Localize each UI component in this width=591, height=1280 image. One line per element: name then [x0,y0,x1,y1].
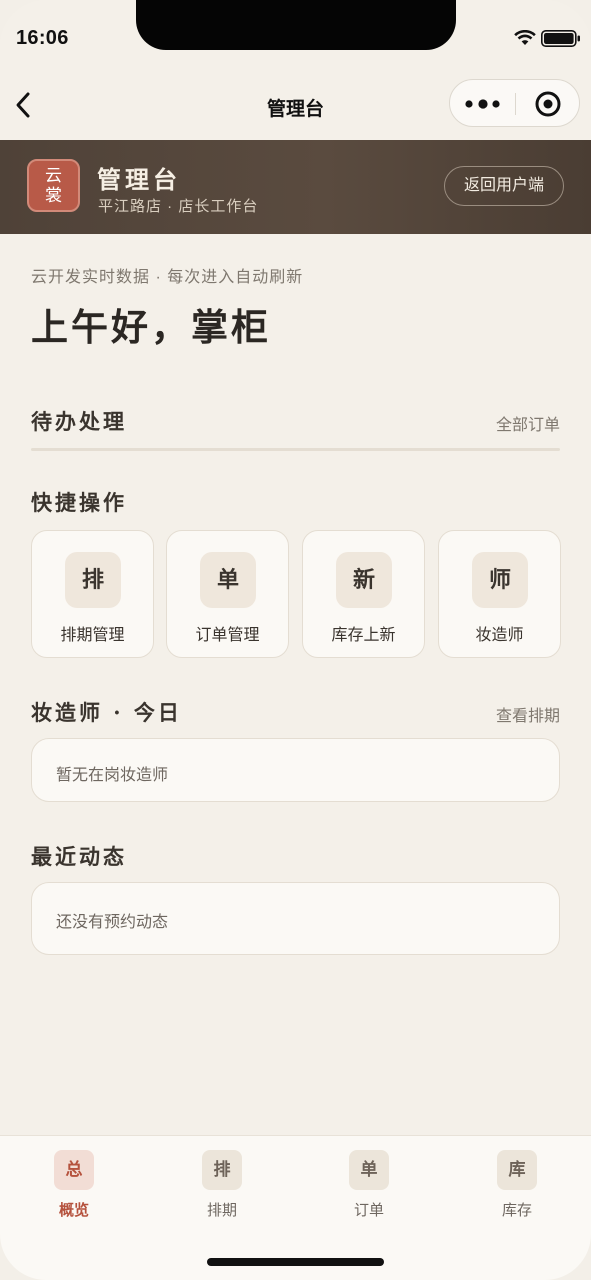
close-target-icon[interactable] [534,90,562,118]
quick-action-artists[interactable]: 师 妆造师 [438,530,561,658]
tab-label: 库存 [501,1202,532,1219]
quick-action-schedule[interactable]: 排 排期管理 [31,530,154,658]
capsule-divider [515,93,516,115]
header-title: 管理台 [97,165,181,194]
status-bar: 16:06 [0,0,591,70]
section-divider [31,448,560,451]
quick-actions-title: 快捷操作 [31,490,127,515]
quick-action-orders[interactable]: 单 订单管理 [166,530,289,658]
order-icon: 单 [200,552,256,608]
more-dots-icon[interactable] [465,97,501,111]
logo-char-2: 裳 [45,186,62,206]
header-subtitle: 平江路店 · 店长工作台 [98,198,259,215]
brand-logo: 云 裳 [27,159,80,212]
orders-tab-icon: 单 [349,1150,389,1190]
quick-action-label: 订单管理 [195,627,260,644]
inventory-tab-icon: 库 [497,1150,537,1190]
tab-label: 概览 [58,1202,89,1219]
app-screen: 16:06 管理台 云 裳 管理台 平江路店 · 店长工作台 返回用户端 云开发… [0,0,591,1280]
activity-empty-card: 还没有预约动态 [31,882,560,955]
mini-program-capsule [449,79,580,127]
overview-icon: 总 [54,1150,94,1190]
quick-action-label: 排期管理 [60,627,125,644]
quick-action-label: 库存上新 [331,627,396,644]
battery-icon [541,30,580,47]
activity-empty-text: 还没有预约动态 [56,914,169,931]
admin-header: 云 裳 管理台 平江路店 · 店长工作台 返回用户端 [0,140,591,234]
all-orders-link[interactable]: 全部订单 [496,411,560,435]
data-source-note: 云开发实时数据 · 每次进入自动刷新 [31,269,304,286]
tab-schedule[interactable]: 排 排期 [172,1150,272,1220]
tab-orders[interactable]: 单 订单 [319,1150,419,1220]
status-time: 16:06 [16,27,69,49]
artists-empty-card: 暂无在岗妆造师 [31,738,560,802]
view-schedule-link[interactable]: 查看排期 [496,702,560,726]
quick-action-label: 妆造师 [475,627,524,644]
quick-action-new-stock[interactable]: 新 库存上新 [302,530,425,658]
schedule-icon: 排 [65,552,121,608]
greeting-title: 上午好，掌柜 [31,305,271,349]
nav-bar: 管理台 [0,70,591,140]
tab-overview[interactable]: 总 概览 [24,1150,124,1220]
new-stock-icon: 新 [336,552,392,608]
home-indicator [207,1258,384,1266]
recent-activity-title: 最近动态 [31,844,127,869]
wifi-icon [514,30,536,45]
tab-label: 订单 [353,1202,384,1219]
return-user-button[interactable]: 返回用户端 [444,166,564,206]
artists-today-title: 妆造师 · 今日 [31,700,182,725]
todo-section-title: 待办处理 [31,409,127,434]
schedule-tab-icon: 排 [202,1150,242,1190]
device-notch [136,0,456,50]
tab-label: 排期 [206,1202,237,1219]
tab-inventory[interactable]: 库 库存 [467,1150,567,1220]
artists-empty-text: 暂无在岗妆造师 [56,767,169,784]
logo-char-1: 云 [45,166,62,186]
artist-icon: 师 [472,552,528,608]
